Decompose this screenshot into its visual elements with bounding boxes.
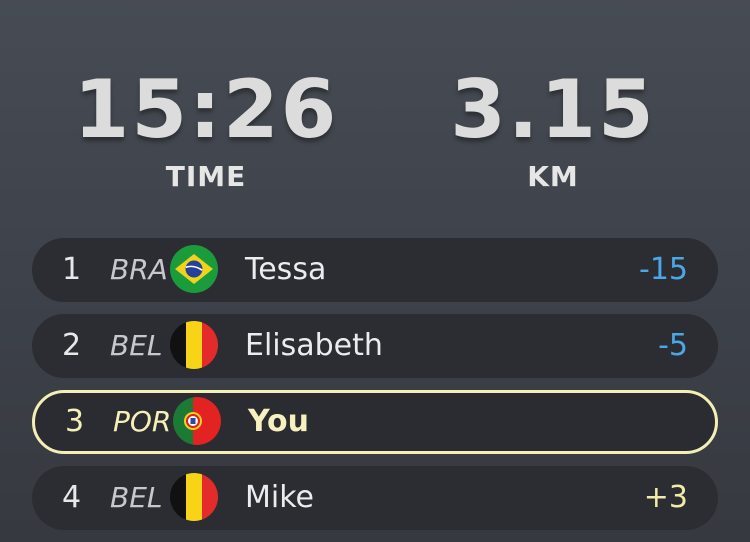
rank: 2 <box>62 328 82 363</box>
racer-name: Tessa <box>245 252 327 287</box>
leaderboard: 1 BRA Tessa -15 2 BEL Elisabeth -5 3 POR… <box>32 238 718 542</box>
distance-label: KM <box>527 160 579 193</box>
rank: 4 <box>62 480 82 515</box>
leaderboard-row[interactable]: 2 BEL Elisabeth -5 <box>32 314 718 378</box>
leaderboard-row[interactable]: 4 BEL Mike +3 <box>32 466 718 530</box>
belgium-flag-icon <box>170 473 218 521</box>
leaderboard-row-current-user[interactable]: 3 POR You <box>32 390 718 454</box>
time-stat: 15:26 TIME <box>46 63 366 194</box>
time-label: TIME <box>165 160 247 193</box>
rank: 1 <box>62 252 82 287</box>
country-code: BEL <box>110 481 163 514</box>
belgium-flag-icon <box>170 321 218 369</box>
distance-stat: 3.15 KM <box>393 63 713 194</box>
brazil-flag-icon <box>170 245 218 293</box>
racer-name: Mike <box>245 480 314 515</box>
leaderboard-row[interactable]: 1 BRA Tessa -15 <box>32 238 718 302</box>
portugal-flag-icon <box>173 397 221 445</box>
time-value: 15:26 <box>73 63 339 156</box>
country-code: POR <box>113 405 172 438</box>
stats-panel: 15:26 TIME 3.15 KM <box>0 68 750 208</box>
country-code: BRA <box>110 253 168 286</box>
racer-name: Elisabeth <box>245 328 383 363</box>
gap-value: -15 <box>639 252 688 287</box>
gap-value: +3 <box>643 480 688 515</box>
gap-value: -5 <box>658 328 688 363</box>
distance-value: 3.15 <box>450 63 656 156</box>
rank: 3 <box>65 404 85 439</box>
racer-name: You <box>248 404 309 439</box>
country-code: BEL <box>110 329 163 362</box>
